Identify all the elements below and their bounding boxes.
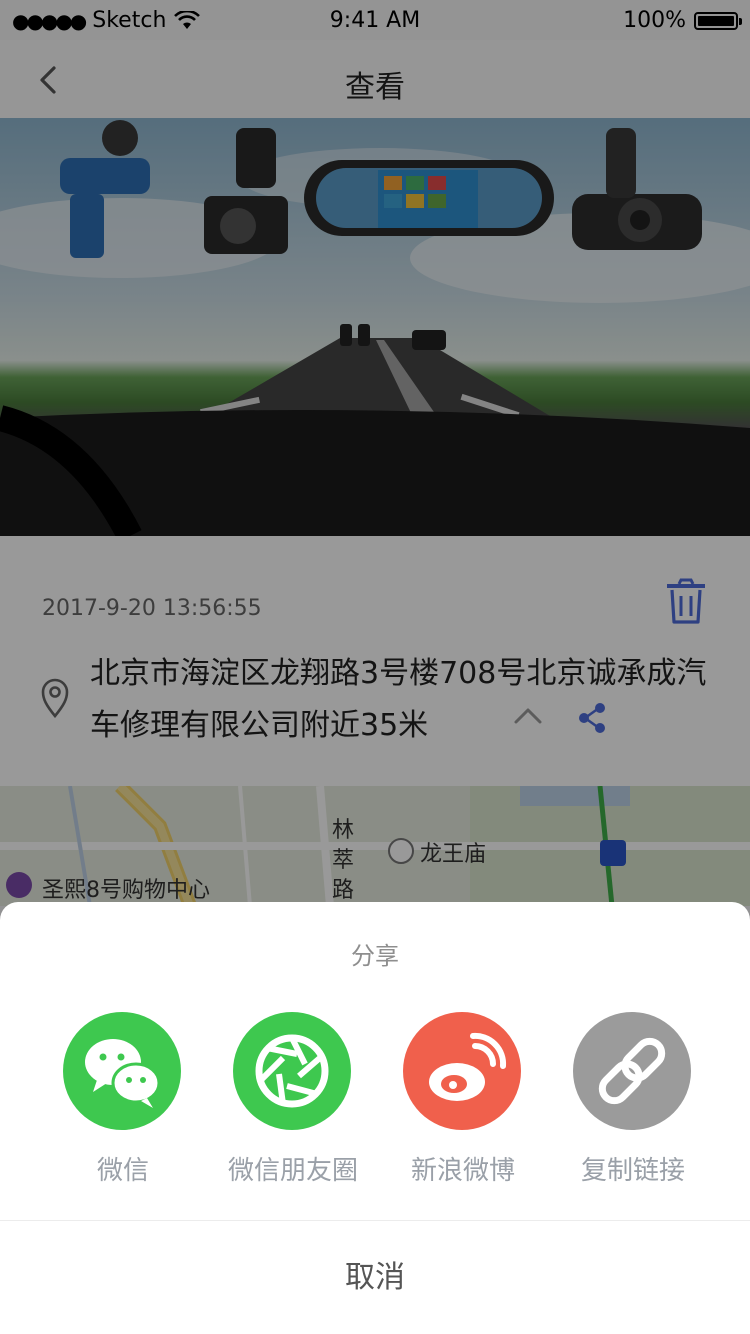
share-weibo-button[interactable]: 新浪微博 (378, 1012, 548, 1192)
share-copy-link-button[interactable]: 复制链接 (548, 1012, 718, 1192)
moments-icon (233, 1012, 351, 1130)
link-icon (573, 1012, 691, 1130)
weibo-icon (403, 1012, 521, 1130)
share-wechat-button[interactable]: 微信 (38, 1012, 208, 1192)
wechat-icon (63, 1012, 181, 1130)
share-sheet: 分享 微信 微信朋友圈 新浪微博 复制链接 取消 (0, 902, 750, 1334)
share-label-wechat: 微信 (96, 1156, 149, 1186)
share-label-weibo: 新浪微博 (410, 1156, 515, 1186)
share-label-copy-link: 复制链接 (580, 1156, 685, 1186)
share-sheet-title: 分享 (351, 942, 399, 970)
share-moments-button[interactable]: 微信朋友圈 (208, 1012, 378, 1192)
cancel-button[interactable]: 取消 (0, 1221, 750, 1334)
share-label-moments: 微信朋友圈 (227, 1156, 358, 1186)
